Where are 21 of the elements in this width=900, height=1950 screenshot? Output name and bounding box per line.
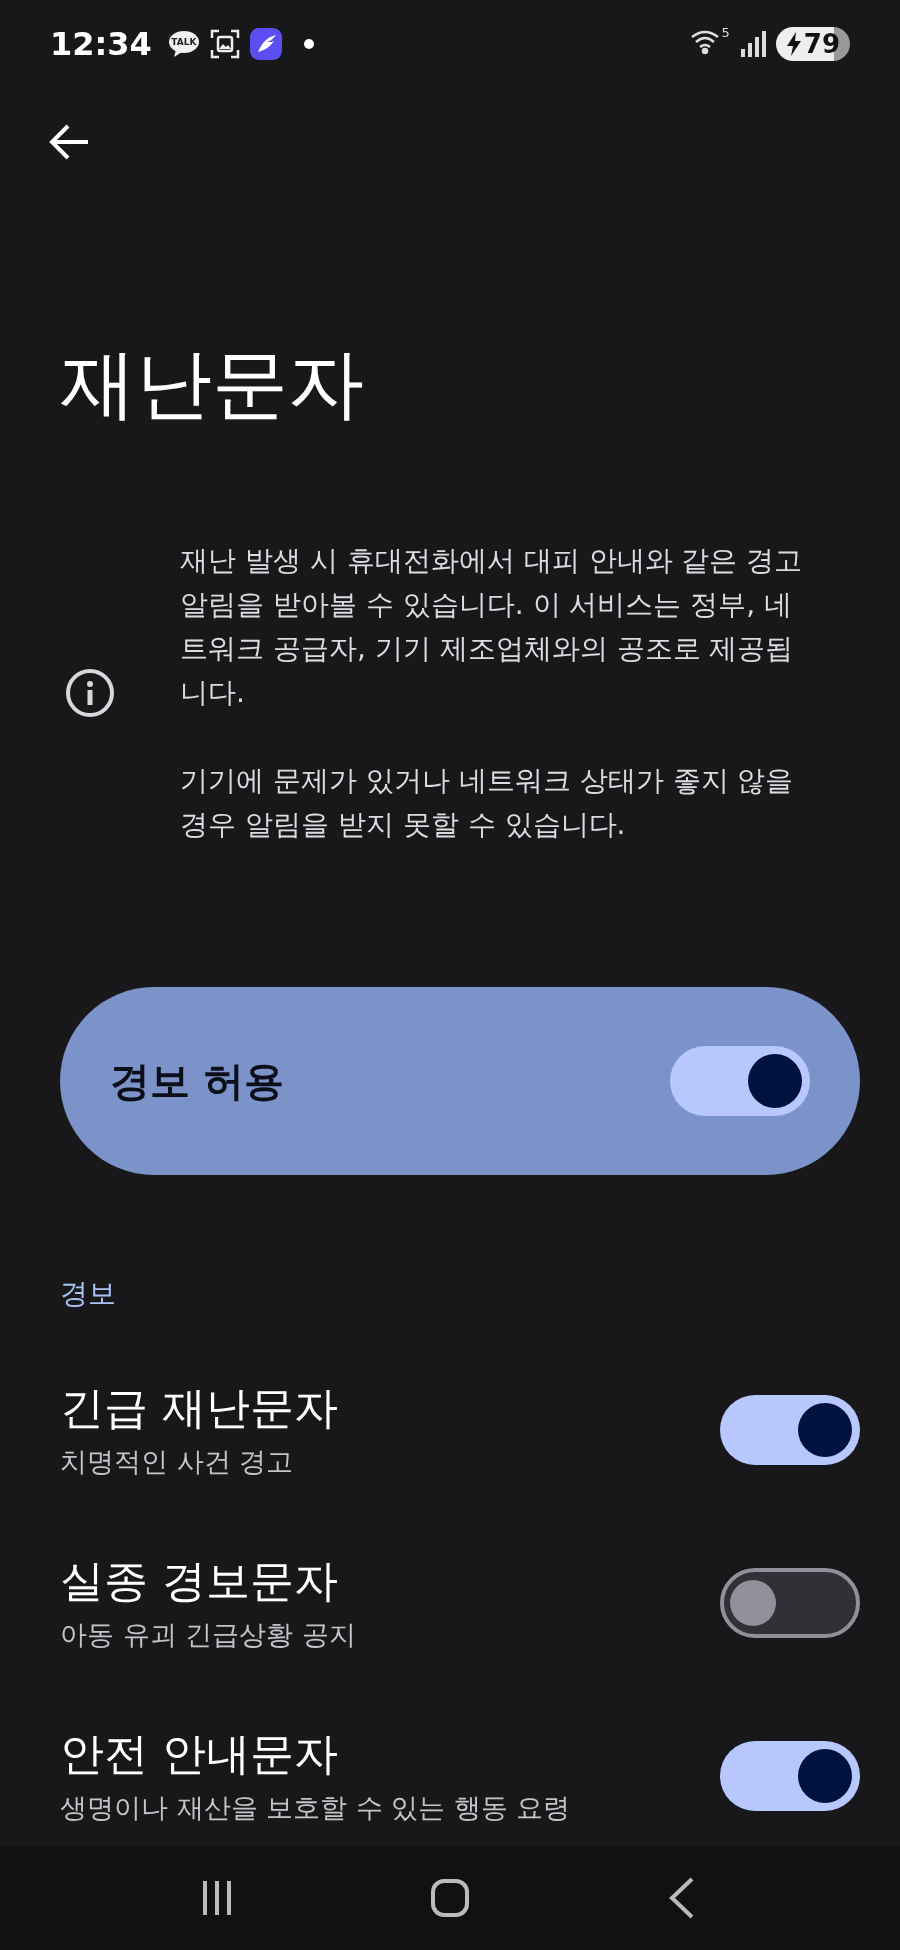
- screenshot-icon: [209, 29, 240, 59]
- clock: 12:34: [50, 25, 152, 63]
- info-paragraph: 재난 발생 시 휴대전화에서 대피 안내와 같은 경고 알림을 받아볼 수 있습니다. 이 서비스는 정부, 네트워크 공급자, 기기 제조업체와의 공조로 제공됩니다.: [180, 543, 804, 712]
- switch-label: 경보 허용: [110, 1056, 284, 1106]
- setting-title: 긴급 재난문자: [60, 1381, 338, 1436]
- setting-subtitle: 생명이나 재산을 보호할 수 있는 행동 요령: [60, 1791, 571, 1826]
- setting-subtitle: 아동 유괴 긴급상황 공지: [60, 1618, 356, 1653]
- app-notification-icon: [249, 28, 282, 60]
- section-header: 경보: [60, 1276, 117, 1313]
- info-paragraph: 기기에 문제가 있거나 네트워크 상태가 좋지 않을 경우 알림을 받지 못할 수 있습니다.: [180, 763, 795, 844]
- setting-subtitle: 치명적인 사건 경고: [60, 1445, 295, 1480]
- master-switch-card[interactable]: 경보 허용: [60, 987, 860, 1176]
- setting-title: 실종 경보문자: [60, 1554, 339, 1609]
- notification-dot: [303, 39, 314, 49]
- info-icon: [64, 667, 116, 720]
- signal-icon: [739, 31, 766, 57]
- setting-title: 안전 안내문자: [60, 1727, 339, 1782]
- battery-indicator: 79: [775, 27, 850, 61]
- page-title: 재난문자: [60, 338, 365, 430]
- wifi-icon: [689, 29, 720, 55]
- wifi-band-label: 5: [721, 25, 730, 40]
